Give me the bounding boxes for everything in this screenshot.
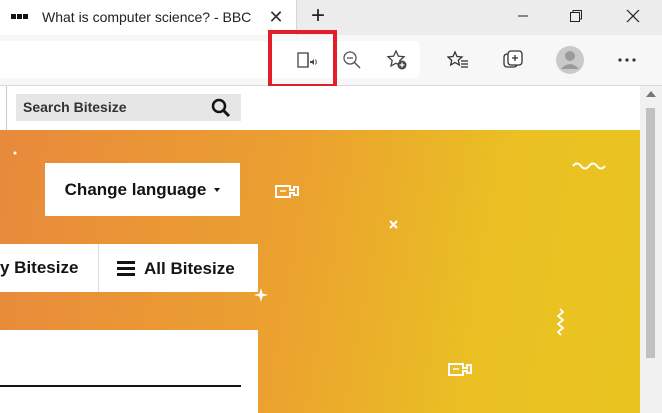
zoom-out-icon [343, 51, 361, 69]
profile-icon [556, 46, 584, 74]
all-bitesize-label: All Bitesize [144, 258, 235, 278]
wave-icon [572, 162, 606, 170]
tab-title: What is computer science? - BBC Bitesize [42, 9, 256, 25]
favorites-icon [447, 50, 468, 68]
restore-icon [570, 10, 582, 22]
tab-close-icon[interactable]: ✕ [265, 5, 287, 29]
search-input[interactable]: Search Bitesize [16, 94, 241, 121]
pixel-critter-icon [275, 185, 299, 198]
vertical-scrollbar[interactable] [640, 86, 662, 413]
collections-icon [503, 50, 523, 68]
hero-banner: Change language y Bitesize All Bitesize [0, 130, 640, 413]
profile-button[interactable] [553, 43, 587, 77]
favorites-button[interactable] [441, 43, 475, 77]
close-window-button[interactable] [610, 0, 656, 32]
add-favorite-button[interactable] [380, 43, 414, 77]
close-icon [626, 9, 640, 23]
star-sparkle-icon [254, 288, 268, 302]
minimize-button[interactable] [500, 0, 546, 32]
new-tab-button[interactable]: + [305, 3, 331, 29]
add-favorite-icon [386, 49, 407, 70]
zigzag-icon [556, 308, 565, 336]
change-language-label: Change language [64, 179, 207, 199]
sparkle-dot-icon [13, 151, 17, 155]
collections-button[interactable] [496, 43, 530, 77]
browser-tab[interactable]: What is computer science? - BBC Bitesize… [0, 0, 297, 35]
nav-divider [98, 244, 99, 292]
article-panel [0, 330, 258, 413]
pixel-critter-icon-2 [448, 363, 472, 376]
change-language-button[interactable]: Change language [45, 163, 240, 216]
header-divider [6, 86, 7, 130]
search-placeholder: Search Bitesize [23, 99, 127, 115]
chevron-down-icon [214, 187, 221, 192]
article-underline [0, 385, 241, 387]
all-bitesize-button[interactable]: All Bitesize [117, 258, 235, 279]
search-icon[interactable] [211, 98, 231, 118]
bbc-favicon-icon [11, 12, 29, 22]
immersive-reader-highlight-box [268, 30, 337, 88]
minimize-icon [518, 15, 528, 17]
more-icon [618, 58, 636, 62]
menu-icon [117, 258, 135, 279]
zoom-out-button[interactable] [335, 43, 369, 77]
scroll-up-arrow-icon[interactable] [646, 91, 656, 97]
more-button[interactable] [610, 43, 644, 77]
page-content: Search Bitesize Change language y Bitesi… [0, 86, 640, 413]
my-bitesize-link[interactable]: y Bitesize [0, 258, 78, 278]
scrollbar-thumb[interactable] [646, 108, 655, 358]
restore-button[interactable] [553, 0, 599, 32]
cross-sparkle-icon [389, 220, 398, 229]
bitesize-nav: y Bitesize All Bitesize [0, 244, 258, 292]
